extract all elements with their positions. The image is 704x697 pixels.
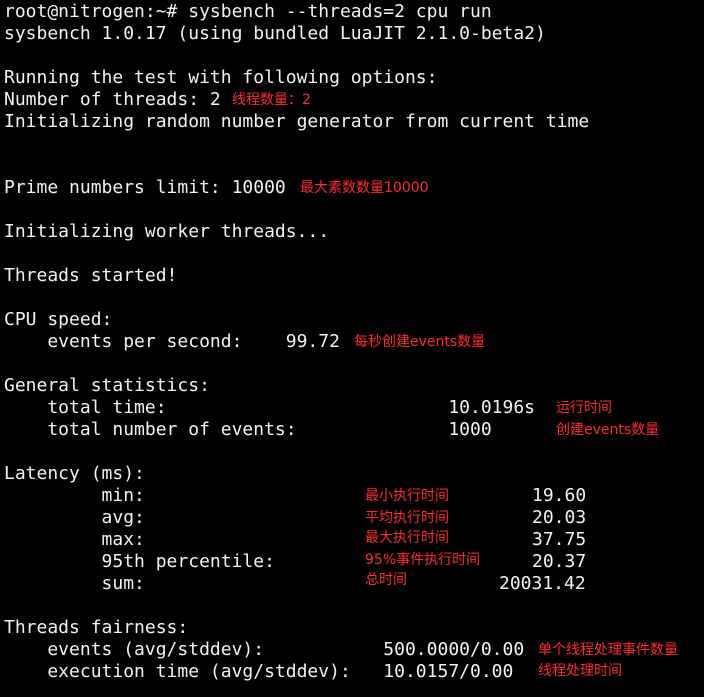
output-line: 95th percentile: bbox=[4, 551, 275, 572]
annotation-events-per-second: 每秒创建events数量 bbox=[354, 334, 486, 350]
output-line: Initializing random number generator fro… bbox=[4, 111, 590, 132]
output-line: Initializing worker threads... bbox=[4, 221, 330, 242]
latency-sum-value: 20031.42 bbox=[499, 573, 586, 594]
latency-min-value: 19.60 bbox=[532, 485, 587, 506]
output-line: Prime numbers limit: 10000 bbox=[4, 177, 286, 198]
terminal-window[interactable]: root@nitrogen:~# sysbench --threads=2 cp… bbox=[0, 0, 704, 697]
annotation-p95: 95%事件执行时间 bbox=[365, 552, 481, 568]
latency-avg-value: 20.03 bbox=[532, 507, 587, 528]
annotation-threads: 线程数量：2 bbox=[232, 92, 311, 108]
shell-prompt: root@nitrogen:~# bbox=[4, 1, 178, 22]
output-line: Threads fairness: bbox=[4, 617, 189, 638]
output-line: Latency (ms): bbox=[4, 463, 145, 484]
annotation-min: 最小执行时间 bbox=[365, 488, 449, 504]
output-line: sysbench 1.0.17 (using bundled LuaJIT 2.… bbox=[4, 23, 546, 44]
output-line: events (avg/stddev): 500.0000/0.00 bbox=[4, 639, 525, 660]
annotation-total-events: 创建events数量 bbox=[556, 422, 660, 438]
output-line: total time: 10.0196s bbox=[4, 397, 536, 418]
output-line: avg: bbox=[4, 507, 145, 528]
output-line: General statistics: bbox=[4, 375, 210, 396]
shell-command: sysbench --threads=2 cpu run bbox=[188, 1, 492, 22]
output-line: sum: bbox=[4, 573, 145, 594]
output-line: total number of events: 1000 bbox=[4, 419, 492, 440]
output-line: Threads started! bbox=[4, 265, 178, 286]
annotation-total-time: 运行时间 bbox=[556, 400, 612, 416]
output-line: execution time (avg/stddev): 10.0157/0.0… bbox=[4, 661, 514, 682]
annotation-max: 最大执行时间 bbox=[365, 530, 449, 546]
output-line: Running the test with following options: bbox=[4, 67, 438, 88]
output-line: min: bbox=[4, 485, 145, 506]
latency-p95-value: 20.37 bbox=[532, 551, 587, 572]
output-line: max: bbox=[4, 529, 145, 550]
output-line: Number of threads: 2 bbox=[4, 89, 221, 110]
annotation-exec-time-fairness: 线程处理时间 bbox=[538, 663, 622, 679]
latency-max-value: 37.75 bbox=[532, 529, 587, 550]
annotation-avg: 平均执行时间 bbox=[365, 510, 449, 526]
command-line: root@nitrogen:~# sysbench --threads=2 cp… bbox=[4, 1, 492, 23]
output-line: events per second: 99.72 bbox=[4, 331, 340, 352]
annotation-events-fairness: 单个线程处理事件数量 bbox=[538, 642, 678, 658]
annotation-sum: 总时间 bbox=[365, 572, 407, 588]
annotation-prime-limit: 最大素数数量10000 bbox=[300, 180, 429, 196]
output-line: CPU speed: bbox=[4, 309, 113, 330]
